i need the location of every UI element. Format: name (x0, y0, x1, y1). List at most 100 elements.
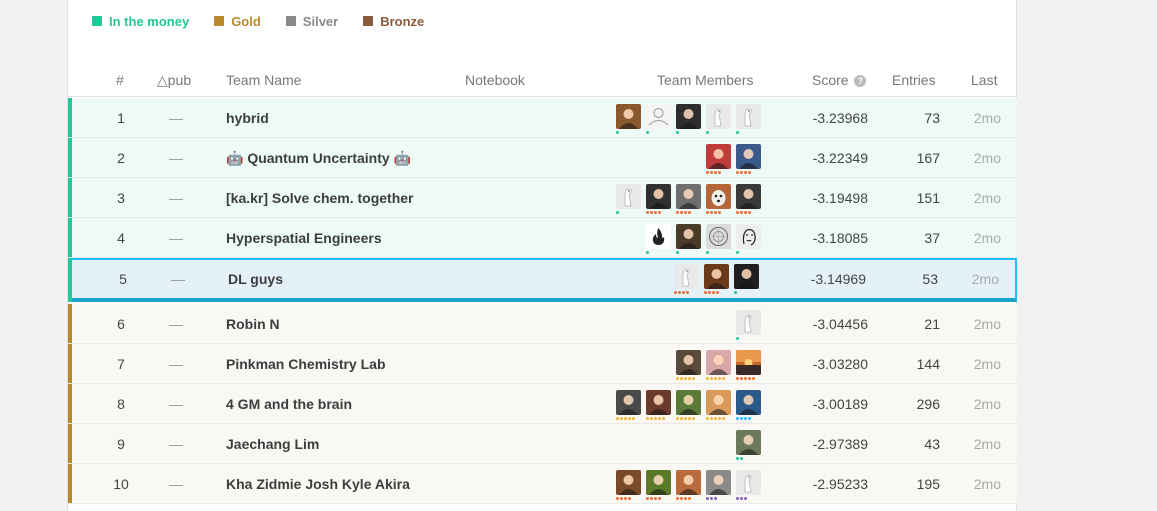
delta-column-header[interactable]: △pub (157, 72, 191, 89)
photo-avatar-icon (736, 430, 761, 455)
rank-cell: 2 (117, 150, 125, 166)
score-column-header[interactable]: Score ? (812, 72, 867, 88)
team-name[interactable]: Kha Zidmie Josh Kyle Akira (226, 476, 410, 492)
team-member-avatar[interactable] (646, 390, 671, 420)
tier-dot (706, 417, 709, 420)
leaderboard-row[interactable]: 8 — 4 GM and the brain -3.00189 296 2mo (68, 384, 1017, 424)
tier-dot (704, 291, 707, 294)
rank-cell: 1 (117, 110, 125, 126)
team-name[interactable]: 🤖 Quantum Uncertainty 🤖 (226, 150, 411, 166)
medal-band (68, 258, 72, 302)
tier-dots (706, 171, 721, 174)
tier-dot (620, 497, 623, 500)
team-member-avatar[interactable] (736, 310, 761, 340)
team-member-avatar[interactable] (736, 350, 761, 380)
delta-cell: — (169, 110, 183, 126)
leaderboard-row[interactable]: 2 — 🤖 Quantum Uncertainty 🤖 -3.22349 167 2mo (68, 138, 1017, 178)
delta-cell: — (169, 316, 183, 332)
team-member-avatar[interactable] (676, 104, 701, 134)
team-member-avatar[interactable] (616, 470, 641, 500)
team-name-column-header[interactable]: Team Name (226, 72, 301, 88)
team-name[interactable]: [ka.kr] Solve chem. together (226, 190, 414, 206)
team-member-avatar[interactable] (706, 470, 731, 500)
leaderboard-row[interactable]: 5 — DL guys -3.14969 53 2mo (68, 258, 1017, 302)
delta-cell: — (169, 396, 183, 412)
team-member-avatar[interactable] (706, 390, 731, 420)
team-member-avatar[interactable] (706, 350, 731, 380)
team-member-avatar[interactable] (616, 184, 641, 214)
team-member-avatar[interactable] (616, 390, 641, 420)
leaderboard-row[interactable]: 3 — [ka.kr] Solve chem. together -3.19498 15… (68, 178, 1017, 218)
entries-column-header[interactable]: Entries (892, 72, 936, 88)
tier-dots (706, 211, 721, 214)
team-name[interactable]: Hyperspatial Engineers (226, 230, 382, 246)
team-name[interactable]: Robin N (226, 316, 280, 332)
tier-dot (736, 497, 739, 500)
team-member-avatar[interactable] (736, 430, 761, 460)
photo-avatar-icon (616, 104, 641, 129)
team-member-avatar[interactable] (616, 104, 641, 134)
team-member-avatar[interactable] (646, 470, 671, 500)
photo-avatar-icon (676, 104, 701, 129)
team-member-avatar[interactable] (736, 184, 761, 214)
team-member-avatar[interactable] (676, 350, 701, 380)
photo-avatar-icon (736, 390, 761, 415)
tier-dot (744, 377, 747, 380)
tier-dot (678, 291, 681, 294)
rank-cell: 10 (113, 476, 129, 492)
team-member-avatar[interactable] (736, 144, 761, 174)
tier-dot (734, 291, 737, 294)
team-name[interactable]: 4 GM and the brain (226, 396, 352, 412)
team-member-avatar[interactable] (706, 144, 731, 174)
tier-dot (684, 377, 687, 380)
score-cell: -3.18085 (812, 230, 868, 246)
tier-dots (676, 211, 691, 214)
tier-dots (736, 377, 755, 380)
leaderboard-row[interactable]: 10 — Kha Zidmie Josh Kyle Akira -2.95233 195… (68, 464, 1017, 504)
notebook-column-header[interactable]: Notebook (465, 72, 525, 88)
team-member-avatar[interactable] (676, 224, 701, 254)
leaderboard-row[interactable]: 4 — Hyperspatial Engineers -3.18085 37 2mo (68, 218, 1017, 258)
tier-dots (736, 251, 739, 254)
team-name[interactable]: hybrid (226, 110, 269, 126)
team-member-avatar[interactable] (736, 470, 761, 500)
medal-band (68, 464, 72, 503)
tier-dot (616, 417, 619, 420)
last-submission-cell: 2mo (973, 436, 1001, 452)
legend-swatch (363, 16, 374, 26)
team-member-avatar[interactable] (706, 224, 731, 254)
team-member-avatar[interactable] (706, 104, 731, 134)
team-member-avatar[interactable] (646, 104, 671, 134)
team-member-avatar[interactable] (736, 390, 761, 420)
leaderboard-row[interactable]: 6 — Robin N -3.04456 21 2mo (68, 304, 1017, 344)
team-member-avatar[interactable] (646, 224, 671, 254)
team-member-avatar[interactable] (734, 264, 759, 294)
team-member-avatar[interactable] (674, 264, 699, 294)
team-member-avatar[interactable] (676, 390, 701, 420)
leaderboard-row[interactable]: 1 — hybrid -3.23968 73 2mo (68, 98, 1017, 138)
tier-dot (744, 171, 747, 174)
rank-column-header[interactable]: # (116, 72, 124, 88)
team-member-avatar[interactable] (704, 264, 729, 294)
leaderboard-row[interactable]: 7 — Pinkman Chemistry Lab -3.03280 144 2mo (68, 344, 1017, 384)
team-member-avatar[interactable] (706, 184, 731, 214)
team-member-avatar[interactable] (736, 104, 761, 134)
team-name[interactable]: DL guys (228, 271, 283, 287)
tier-dot (650, 417, 653, 420)
rank-cell: 9 (117, 436, 125, 452)
team-member-avatar[interactable] (646, 184, 671, 214)
team-member-avatar[interactable] (736, 224, 761, 254)
help-icon[interactable]: ? (854, 75, 867, 87)
score-cell: -3.22349 (812, 150, 868, 166)
tier-dot (718, 211, 721, 214)
team-member-avatar[interactable] (676, 470, 701, 500)
last-column-header[interactable]: Last (971, 72, 997, 88)
leaderboard-row[interactable]: 9 — Jaechang Lim -2.97389 43 2mo (68, 424, 1017, 464)
team-members-column-header[interactable]: Team Members (657, 72, 753, 88)
last-submission-cell: 2mo (973, 190, 1001, 206)
team-member-avatar[interactable] (676, 184, 701, 214)
team-name[interactable]: Pinkman Chemistry Lab (226, 356, 386, 372)
tier-dot (658, 417, 661, 420)
entries-cell: 195 (916, 476, 940, 492)
team-name[interactable]: Jaechang Lim (226, 436, 319, 452)
